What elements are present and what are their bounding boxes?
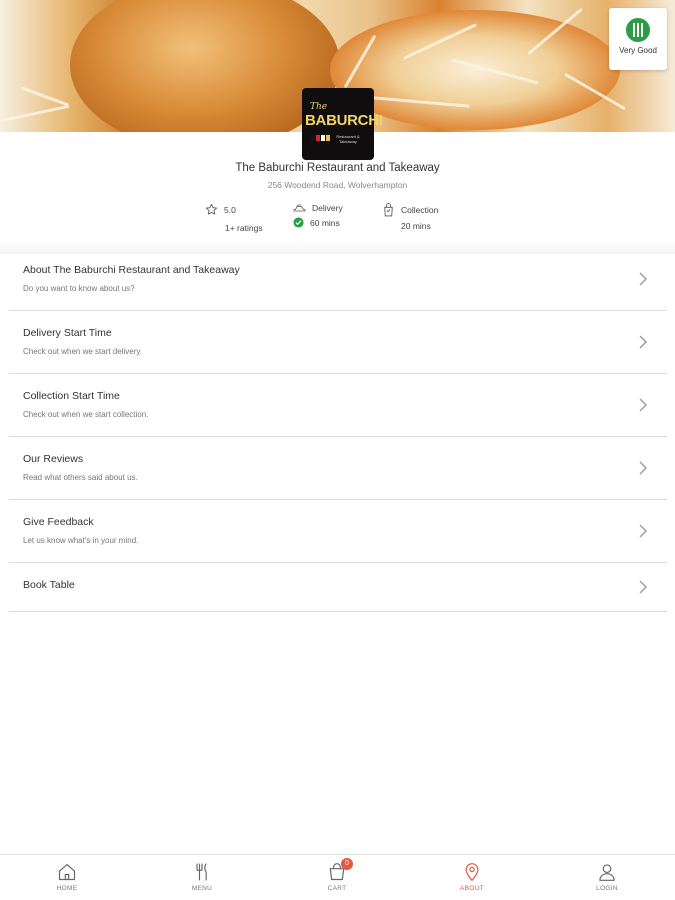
menu-item-our-reviews[interactable]: Our Reviews Read what others said about …	[9, 437, 667, 500]
nav-about[interactable]: ABOUT	[432, 855, 512, 900]
restaurant-stats: 5.0 1+ ratings Delivery 60 mins Collecti…	[0, 203, 675, 243]
check-circle-icon	[293, 217, 304, 228]
delivery-icon	[293, 204, 306, 212]
menu-item-desc: Let us know what's in your mind.	[23, 536, 139, 545]
hygiene-rating-badge[interactable]: Very Good	[609, 8, 667, 70]
bottom-navigation: HOME MENU 0 CART ABOUT LOGIN	[0, 854, 675, 900]
hero-food-chicken	[70, 0, 340, 132]
collection-bag-icon	[384, 203, 393, 217]
restaurant-address: 256 Woodend Road, Wolverhampton	[267, 180, 408, 190]
location-pin-icon	[465, 863, 479, 882]
menu-item-give-feedback[interactable]: Give Feedback Let us know what's in your…	[9, 500, 667, 563]
menu-item-collection-start-time[interactable]: Collection Start Time Check out when we …	[9, 374, 667, 437]
delivery-stat: Delivery 60 mins	[293, 203, 343, 228]
home-icon	[58, 863, 76, 881]
cart-count-badge: 0	[341, 858, 353, 870]
nav-about-label: ABOUT	[460, 885, 484, 892]
menu-item-title: Delivery Start Time	[23, 327, 112, 339]
chevron-right-icon	[639, 580, 647, 594]
nav-home-label: HOME	[56, 885, 78, 892]
fork-knife-icon	[196, 863, 207, 881]
menu-item-title: Collection Start Time	[23, 390, 120, 402]
logo-sub-text: Restaurant & Takeaway	[336, 134, 360, 144]
collection-stat: Collection 20 mins	[382, 203, 438, 231]
nav-login[interactable]: LOGIN	[567, 855, 647, 900]
menu-item-desc: Do you want to know about us?	[23, 284, 135, 293]
menu-item-desc: Check out when we start collection.	[23, 410, 149, 419]
rating-count: 1+ ratings	[225, 223, 263, 233]
menu-item-title: Our Reviews	[23, 453, 84, 465]
chevron-right-icon	[639, 398, 647, 412]
nav-menu[interactable]: MENU	[162, 855, 242, 900]
star-icon	[205, 203, 218, 215]
collection-time: 20 mins	[401, 221, 431, 231]
logo-the-text: The	[310, 102, 328, 112]
menu-item-desc: Read what others said about us.	[23, 473, 138, 482]
delivery-label: Delivery	[312, 203, 343, 213]
restaurant-name: The Baburchi Restaurant and Takeaway	[235, 162, 440, 174]
restaurant-info: The Baburchi Restaurant and Takeaway 256…	[0, 160, 675, 190]
rating-circle-icon	[626, 18, 650, 42]
nav-home[interactable]: HOME	[27, 855, 107, 900]
chevron-right-icon	[639, 524, 647, 538]
user-icon	[599, 864, 615, 881]
collection-label: Collection	[401, 205, 439, 215]
menu-item-about[interactable]: About The Baburchi Restaurant and Takeaw…	[9, 248, 667, 311]
restaurant-logo: The BABURCHI Restaurant & Takeaway	[302, 88, 383, 160]
chevron-right-icon	[639, 272, 647, 286]
nav-menu-label: MENU	[191, 885, 213, 892]
rating-value: 5.0	[224, 204, 236, 215]
menu-item-delivery-start-time[interactable]: Delivery Start Time Check out when we st…	[9, 311, 667, 374]
nav-cart[interactable]: 0 CART	[297, 855, 377, 900]
nav-login-label: LOGIN	[596, 885, 618, 892]
rating-badge-label: Very Good	[619, 46, 657, 55]
chevron-right-icon	[639, 461, 647, 475]
about-menu-list: About The Baburchi Restaurant and Takeaw…	[9, 248, 667, 612]
menu-item-book-table[interactable]: Book Table	[9, 563, 667, 612]
rating-stat: 5.0 1+ ratings	[205, 203, 263, 233]
menu-item-desc: Check out when we start delivery.	[23, 347, 143, 356]
menu-item-title: Give Feedback	[23, 516, 94, 528]
chevron-right-icon	[639, 335, 647, 349]
menu-item-title: Book Table	[23, 579, 75, 591]
nav-cart-label: CART	[327, 885, 347, 892]
delivery-time: 60 mins	[310, 217, 340, 228]
logo-name-text: BABURCHI	[305, 112, 383, 129]
menu-item-title: About The Baburchi Restaurant and Takeaw…	[23, 264, 240, 276]
